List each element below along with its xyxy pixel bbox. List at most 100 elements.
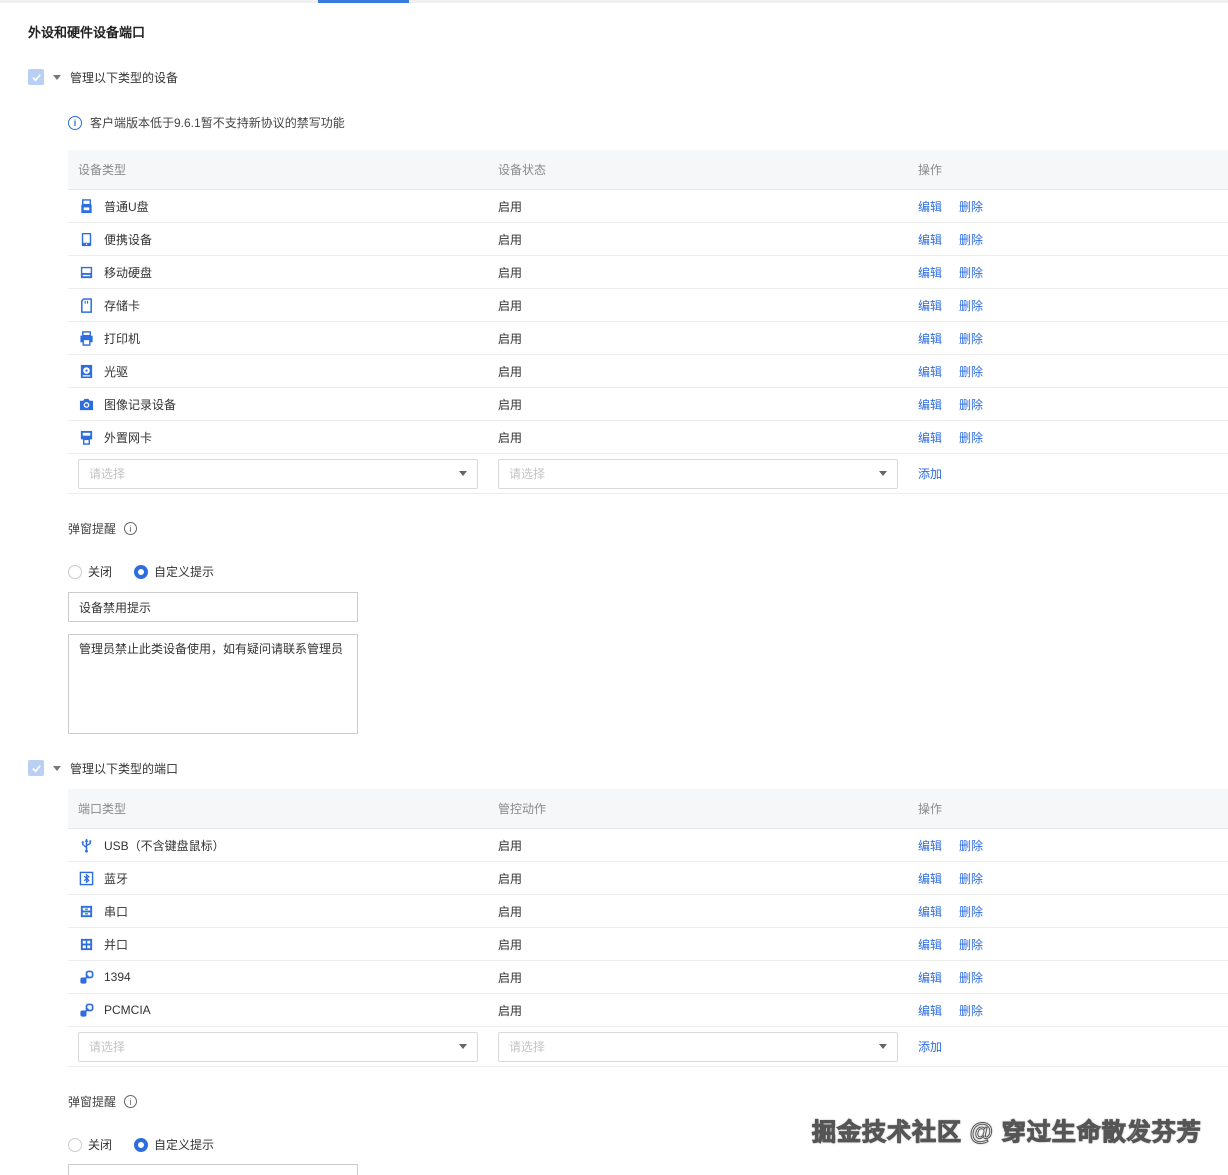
usb-drive-icon bbox=[78, 198, 94, 214]
edit-button[interactable]: 编辑 bbox=[918, 936, 942, 953]
add-port-row: 请选择 请选择 添加 bbox=[68, 1027, 1228, 1067]
edit-button[interactable]: 编辑 bbox=[918, 969, 942, 986]
header-actions: 操作 bbox=[918, 802, 943, 816]
edit-button[interactable]: 编辑 bbox=[918, 903, 942, 920]
select-placeholder: 请选择 bbox=[509, 467, 546, 481]
popup-reminder-label: 弹窗提醒 i bbox=[68, 1093, 138, 1110]
radio-off-label: 关闭 bbox=[88, 565, 113, 579]
manage-ports-checkbox[interactable] bbox=[28, 760, 44, 776]
popup-reminder-label: 弹窗提醒 i bbox=[68, 520, 138, 537]
edit-button[interactable]: 编辑 bbox=[918, 429, 942, 446]
delete-button[interactable]: 删除 bbox=[959, 936, 983, 953]
popup-radio-group: 关闭 自定义提示 bbox=[68, 563, 236, 580]
row-status: 启用 bbox=[498, 430, 523, 445]
caret-down-icon[interactable] bbox=[53, 765, 61, 771]
port-action-select[interactable]: 请选择 bbox=[498, 1031, 898, 1062]
edit-button[interactable]: 编辑 bbox=[918, 231, 942, 248]
link-icon bbox=[78, 1002, 94, 1018]
serial-port-icon bbox=[78, 903, 94, 919]
add-port-button[interactable]: 添加 bbox=[918, 1038, 942, 1055]
radio-off[interactable] bbox=[68, 564, 82, 579]
network-card-icon bbox=[78, 429, 94, 445]
delete-button[interactable]: 删除 bbox=[959, 396, 983, 413]
edit-button[interactable]: 编辑 bbox=[918, 363, 942, 380]
bluetooth-icon bbox=[78, 870, 94, 886]
row-type-name: 光驱 bbox=[104, 364, 129, 379]
edit-button[interactable]: 编辑 bbox=[918, 396, 942, 413]
edit-button[interactable]: 编辑 bbox=[918, 870, 942, 887]
manage-ports-label: 管理以下类型的端口 bbox=[70, 761, 179, 776]
edit-button[interactable]: 编辑 bbox=[918, 198, 942, 215]
table-row: PCMCIA 启用 编辑 删除 bbox=[68, 994, 1228, 1027]
row-type-name: 便携设备 bbox=[104, 232, 153, 247]
popup-title-input[interactable]: 设备禁用提示 bbox=[68, 592, 358, 622]
manage-devices-label: 管理以下类型的设备 bbox=[70, 70, 179, 85]
table-row: 便携设备 启用 编辑 删除 bbox=[68, 223, 1228, 256]
popup-reminder-text: 弹窗提醒 bbox=[68, 522, 117, 536]
row-type-name: 存储卡 bbox=[104, 298, 141, 313]
delete-button[interactable]: 删除 bbox=[959, 1002, 983, 1019]
table-row: 图像记录设备 启用 编辑 删除 bbox=[68, 388, 1228, 421]
delete-button[interactable]: 删除 bbox=[959, 363, 983, 380]
select-placeholder: 请选择 bbox=[89, 1040, 126, 1054]
dropdown-arrow-icon bbox=[459, 1044, 467, 1049]
manage-ports-toggle[interactable]: 管理以下类型的端口 bbox=[28, 759, 178, 777]
row-type-name: 1394 bbox=[104, 970, 131, 984]
popup-title-input[interactable] bbox=[68, 1164, 358, 1175]
table-row: 普通U盘 启用 编辑 删除 bbox=[68, 190, 1228, 223]
delete-button[interactable]: 删除 bbox=[959, 837, 983, 854]
notice-text: 客户端版本低于9.6.1暂不支持新协议的禁写功能 bbox=[90, 116, 345, 130]
radio-custom[interactable] bbox=[134, 564, 149, 579]
row-status: 启用 bbox=[498, 838, 523, 853]
edit-button[interactable]: 编辑 bbox=[918, 837, 942, 854]
check-icon bbox=[31, 764, 41, 772]
delete-button[interactable]: 删除 bbox=[959, 969, 983, 986]
delete-button[interactable]: 删除 bbox=[959, 297, 983, 314]
mobile-device-icon bbox=[78, 231, 94, 247]
delete-button[interactable]: 删除 bbox=[959, 264, 983, 281]
device-type-select[interactable]: 请选择 bbox=[78, 458, 478, 489]
add-device-button[interactable]: 添加 bbox=[918, 465, 942, 482]
manage-devices-toggle[interactable]: 管理以下类型的设备 bbox=[28, 68, 178, 86]
device-status-select[interactable]: 请选择 bbox=[498, 458, 898, 489]
delete-button[interactable]: 删除 bbox=[959, 198, 983, 215]
row-status: 启用 bbox=[498, 970, 523, 985]
row-type-name: 蓝牙 bbox=[104, 871, 129, 886]
table-header: 端口类型 管控动作 操作 bbox=[68, 789, 1228, 829]
delete-button[interactable]: 删除 bbox=[959, 231, 983, 248]
port-type-select[interactable]: 请选择 bbox=[78, 1031, 478, 1062]
edit-button[interactable]: 编辑 bbox=[918, 330, 942, 347]
radio-off[interactable] bbox=[68, 1137, 82, 1152]
caret-down-icon[interactable] bbox=[53, 74, 61, 80]
table-row: 并口 启用 编辑 删除 bbox=[68, 928, 1228, 961]
table-row: 1394 启用 编辑 删除 bbox=[68, 961, 1228, 994]
header-device-type: 设备类型 bbox=[78, 163, 127, 177]
optical-drive-icon bbox=[78, 363, 94, 379]
row-type-name: 图像记录设备 bbox=[104, 397, 177, 412]
radio-custom-label: 自定义提示 bbox=[154, 1138, 215, 1152]
popup-reminder-text: 弹窗提醒 bbox=[68, 1095, 117, 1109]
delete-button[interactable]: 删除 bbox=[959, 870, 983, 887]
header-port-type: 端口类型 bbox=[78, 802, 127, 816]
delete-button[interactable]: 删除 bbox=[959, 330, 983, 347]
row-status: 启用 bbox=[498, 331, 523, 346]
edit-button[interactable]: 编辑 bbox=[918, 1002, 942, 1019]
info-icon[interactable]: i bbox=[124, 522, 138, 535]
popup-radio-group: 关闭 自定义提示 bbox=[68, 1136, 236, 1153]
ports-table: 端口类型 管控动作 操作 USB（不含键盘鼠标） 启用 编辑 删除 蓝牙 启用 编辑 删除 串口… bbox=[68, 789, 1228, 1067]
select-placeholder: 请选择 bbox=[509, 1040, 546, 1054]
manage-devices-checkbox[interactable] bbox=[28, 69, 44, 85]
delete-button[interactable]: 删除 bbox=[959, 429, 983, 446]
row-status: 启用 bbox=[498, 298, 523, 313]
popup-message-textarea[interactable]: 管理员禁止此类设备使用，如有疑问请联系管理员 bbox=[68, 634, 358, 734]
edit-button[interactable]: 编辑 bbox=[918, 264, 942, 281]
radio-custom[interactable] bbox=[134, 1137, 149, 1152]
table-row: 移动硬盘 启用 编辑 删除 bbox=[68, 256, 1228, 289]
select-placeholder: 请选择 bbox=[89, 467, 126, 481]
camera-icon bbox=[78, 396, 94, 412]
edit-button[interactable]: 编辑 bbox=[918, 297, 942, 314]
row-type-name: 串口 bbox=[104, 904, 129, 919]
delete-button[interactable]: 删除 bbox=[959, 903, 983, 920]
info-icon: i bbox=[68, 115, 82, 130]
info-icon[interactable]: i bbox=[124, 1095, 138, 1108]
